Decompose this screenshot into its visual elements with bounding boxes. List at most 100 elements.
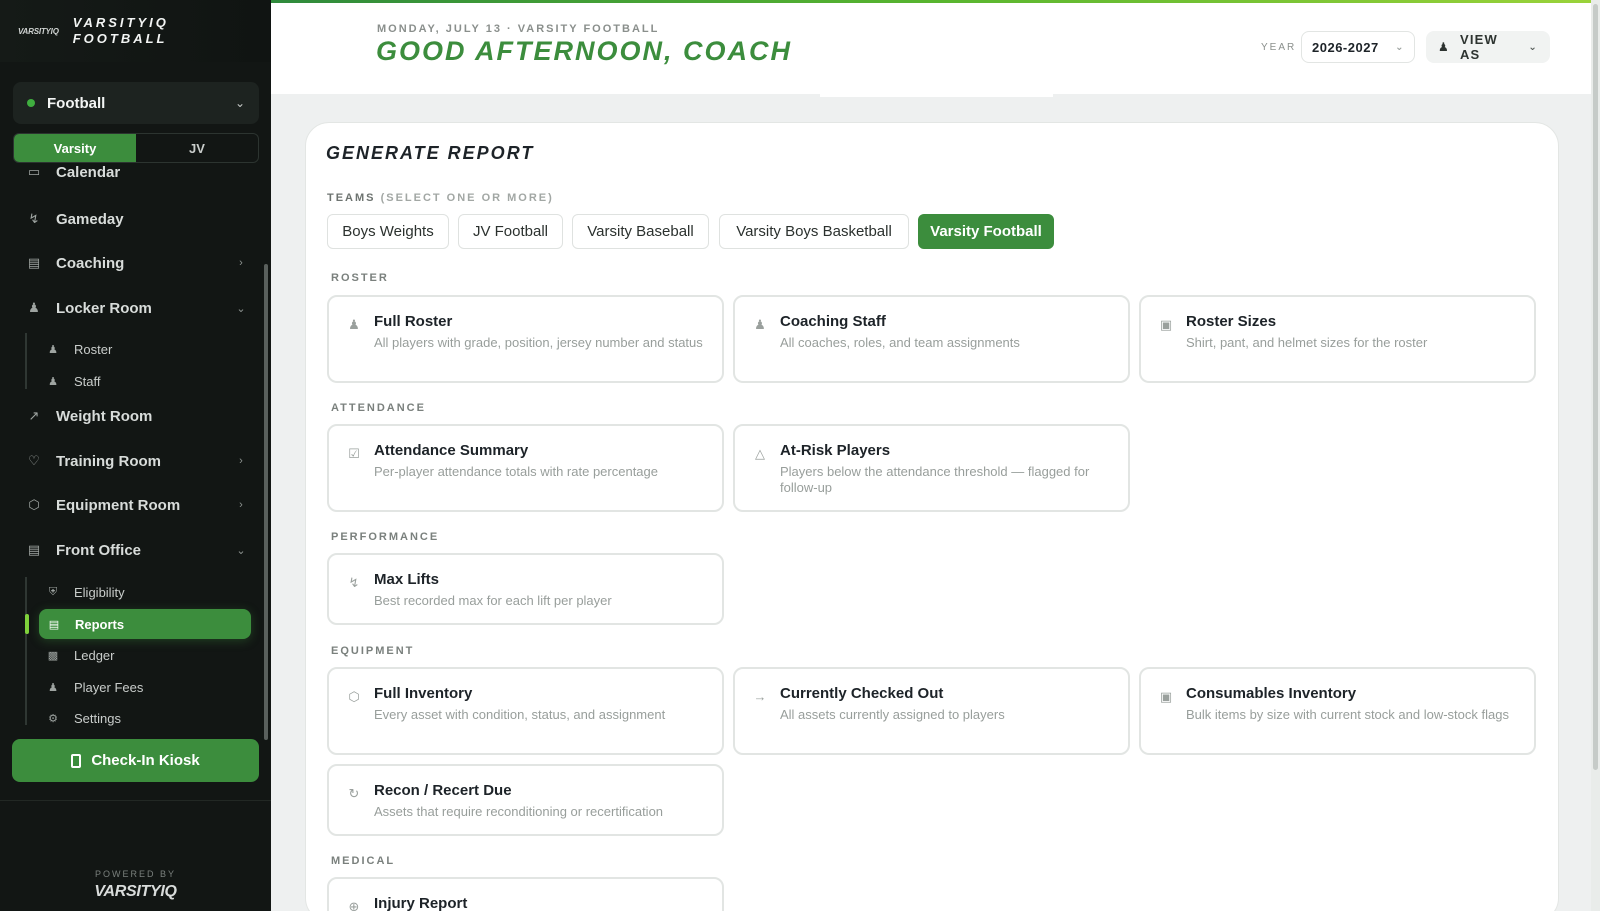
report-card-at-risk-players[interactable]: △ At-Risk Players Players below the atte… xyxy=(733,424,1130,512)
people-icon: ♟ xyxy=(28,300,40,315)
report-card-max-lifts[interactable]: ↯ Max Lifts Best recorded max for each l… xyxy=(327,553,724,625)
report-card-title: Max Lifts xyxy=(374,571,440,588)
report-card-desc: All assets currently assigned to players xyxy=(780,707,1005,722)
powered-by-logo: VARSITYIQ xyxy=(94,883,177,900)
sidebar-item-gameday[interactable]: ↯ Gameday xyxy=(26,208,248,230)
page-title: GOOD AFTERNOON, COACH xyxy=(376,36,792,66)
report-card-title: Attendance Summary xyxy=(374,442,529,459)
header-tab-notch xyxy=(820,93,1053,97)
clipboard-check-icon: ☑ xyxy=(348,446,360,461)
plus-circle-icon: ⊕ xyxy=(348,899,360,911)
header-accent-bar xyxy=(271,0,1600,3)
report-card-title: Consumables Inventory xyxy=(1186,685,1357,702)
sidebar-subitem-roster[interactable]: ♟ Roster xyxy=(46,339,112,359)
report-card-injury-report[interactable]: ⊕ Injury Report xyxy=(327,877,724,911)
section-label-attendance: ATTENDANCE xyxy=(331,402,426,414)
active-indicator xyxy=(25,614,29,634)
teams-hint: (SELECT ONE OR MORE) xyxy=(380,192,554,204)
person-icon: ♟ xyxy=(48,375,58,388)
sidebar-item-label: Front Office xyxy=(56,541,141,559)
sidebar-item-label: Gameday xyxy=(56,210,124,228)
clipboard-icon: ▣ xyxy=(1159,317,1173,332)
arrow-right-icon: → xyxy=(753,689,767,704)
sidebar-scrollbar[interactable] xyxy=(264,264,268,740)
shield-check-icon: ⛨ xyxy=(48,585,58,598)
powered-by-label: POWERED BY xyxy=(94,869,176,879)
chevron-down-icon: ⌄ xyxy=(236,302,246,315)
year-select[interactable]: 2026-2027 ⌄ xyxy=(1301,31,1415,63)
team-chip-jv-football[interactable]: JV Football xyxy=(458,214,563,249)
header-eyebrow: MONDAY, JULY 13 · VARSITY FOOTBALL xyxy=(377,23,660,35)
heart-icon: ♡ xyxy=(28,453,40,468)
report-card-title: Recon / Recert Due xyxy=(374,782,512,799)
report-card-roster-sizes[interactable]: ▣ Roster Sizes Shirt, pant, and helmet s… xyxy=(1139,295,1536,383)
document-icon: ▤ xyxy=(27,255,41,270)
sidebar-subitem-player-fees[interactable]: ♟ Player Fees xyxy=(46,677,143,697)
check-in-kiosk-button[interactable]: Check-In Kiosk xyxy=(12,739,259,782)
level-varsity-tab[interactable]: Varsity xyxy=(14,134,136,162)
sidebar-subitem-label: Reports xyxy=(75,616,125,632)
sidebar-item-calendar[interactable]: ▭ Calendar xyxy=(26,163,248,183)
document-icon: ▤ xyxy=(27,542,41,557)
sidebar-item-label: Equipment Room xyxy=(56,496,181,514)
sidebar-item-label: Training Room xyxy=(56,452,161,470)
sport-select-label: Football xyxy=(47,94,106,112)
divider xyxy=(0,800,271,801)
report-card-desc: Shirt, pant, and helmet sizes for the ro… xyxy=(1186,335,1428,350)
sidebar-subitem-eligibility[interactable]: ⛨ Eligibility xyxy=(46,582,125,602)
sidebar-subitem-label: Eligibility xyxy=(74,584,125,600)
sidebar: VARSITYIQ VARSITYIQ FOOTBALL Football ⌄ … xyxy=(0,0,271,911)
page-scrollbar[interactable] xyxy=(1591,0,1600,911)
sidebar-item-training-room[interactable]: ♡ Training Room › xyxy=(26,450,248,472)
teams-label: TEAMS (SELECT ONE OR MORE) xyxy=(327,192,554,204)
tablet-icon xyxy=(71,753,82,768)
level-toggle: Varsity JV xyxy=(13,133,259,163)
report-card-desc: All coaches, roles, and team assignments xyxy=(780,335,1020,350)
sidebar-subitem-reports[interactable]: ▤ Reports xyxy=(39,609,251,639)
chevron-down-icon: ⌄ xyxy=(1528,41,1538,53)
sidebar-item-front-office[interactable]: ▤ Front Office ⌄ xyxy=(26,539,248,561)
staff-icon: ♟ xyxy=(754,317,766,332)
section-label-roster: ROSTER xyxy=(331,272,389,284)
team-chip-varsity-baseball[interactable]: Varsity Baseball xyxy=(572,214,709,249)
box-icon: ⬡ xyxy=(28,497,40,512)
report-card-full-roster[interactable]: ♟ Full Roster All players with grade, po… xyxy=(327,295,724,383)
report-card-recon-recert-due[interactable]: ↻ Recon / Recert Due Assets that require… xyxy=(327,764,724,836)
bag-icon: ▣ xyxy=(1159,689,1173,704)
sidebar-subitem-label: Settings xyxy=(74,710,121,726)
view-as-button[interactable]: ♟ VIEW AS ⌄ xyxy=(1426,31,1550,63)
chevron-right-icon: › xyxy=(239,499,243,511)
report-card-title: Full Inventory xyxy=(374,685,473,702)
report-card-title: At-Risk Players xyxy=(780,442,891,459)
kiosk-label: Check-In Kiosk xyxy=(91,752,200,769)
chevron-right-icon: › xyxy=(239,455,243,467)
document-icon: ▤ xyxy=(48,618,60,631)
sidebar-item-locker-room[interactable]: ♟ Locker Room ⌄ xyxy=(26,297,248,319)
level-jv-tab[interactable]: JV xyxy=(136,134,258,162)
team-chip-boys-weights[interactable]: Boys Weights xyxy=(327,214,449,249)
report-card-title: Injury Report xyxy=(374,895,468,911)
report-card-title: Full Roster xyxy=(374,313,453,330)
sport-select[interactable]: Football ⌄ xyxy=(13,82,259,124)
sidebar-item-coaching[interactable]: ▤ Coaching › xyxy=(26,252,248,274)
report-card-currently-checked-out[interactable]: → Currently Checked Out All assets curre… xyxy=(733,667,1130,755)
report-card-attendance-summary[interactable]: ☑ Attendance Summary Per-player attendan… xyxy=(327,424,724,512)
team-chip-varsity-football[interactable]: Varsity Football xyxy=(918,214,1054,249)
people-icon: ♟ xyxy=(48,343,58,356)
sidebar-item-weight-room[interactable]: ↗ Weight Room xyxy=(26,405,248,427)
page-scrollbar-thumb[interactable] xyxy=(1593,4,1598,770)
sidebar-subitem-ledger[interactable]: ▩ Ledger xyxy=(46,645,115,665)
person-icon: ♟ xyxy=(1438,40,1450,54)
sidebar-subitem-settings[interactable]: ⚙ Settings xyxy=(46,708,121,728)
report-card-coaching-staff[interactable]: ♟ Coaching Staff All coaches, roles, and… xyxy=(733,295,1130,383)
sidebar-item-equipment-room[interactable]: ⬡ Equipment Room › xyxy=(26,494,248,516)
report-card-consumables-inventory[interactable]: ▣ Consumables Inventory Bulk items by si… xyxy=(1139,667,1536,755)
box-icon: ⬡ xyxy=(348,689,360,704)
tree-line xyxy=(25,333,27,389)
sidebar-subitem-staff[interactable]: ♟ Staff xyxy=(46,371,100,391)
team-chip-varsity-boys-basketball[interactable]: Varsity Boys Basketball xyxy=(719,214,909,249)
calendar-icon: ▭ xyxy=(27,164,41,179)
brand-team-name: VARSITYIQ FOOTBALL xyxy=(72,15,169,46)
report-card-full-inventory[interactable]: ⬡ Full Inventory Every asset with condit… xyxy=(327,667,724,755)
report-card-desc: Per-player attendance totals with rate p… xyxy=(374,464,659,479)
